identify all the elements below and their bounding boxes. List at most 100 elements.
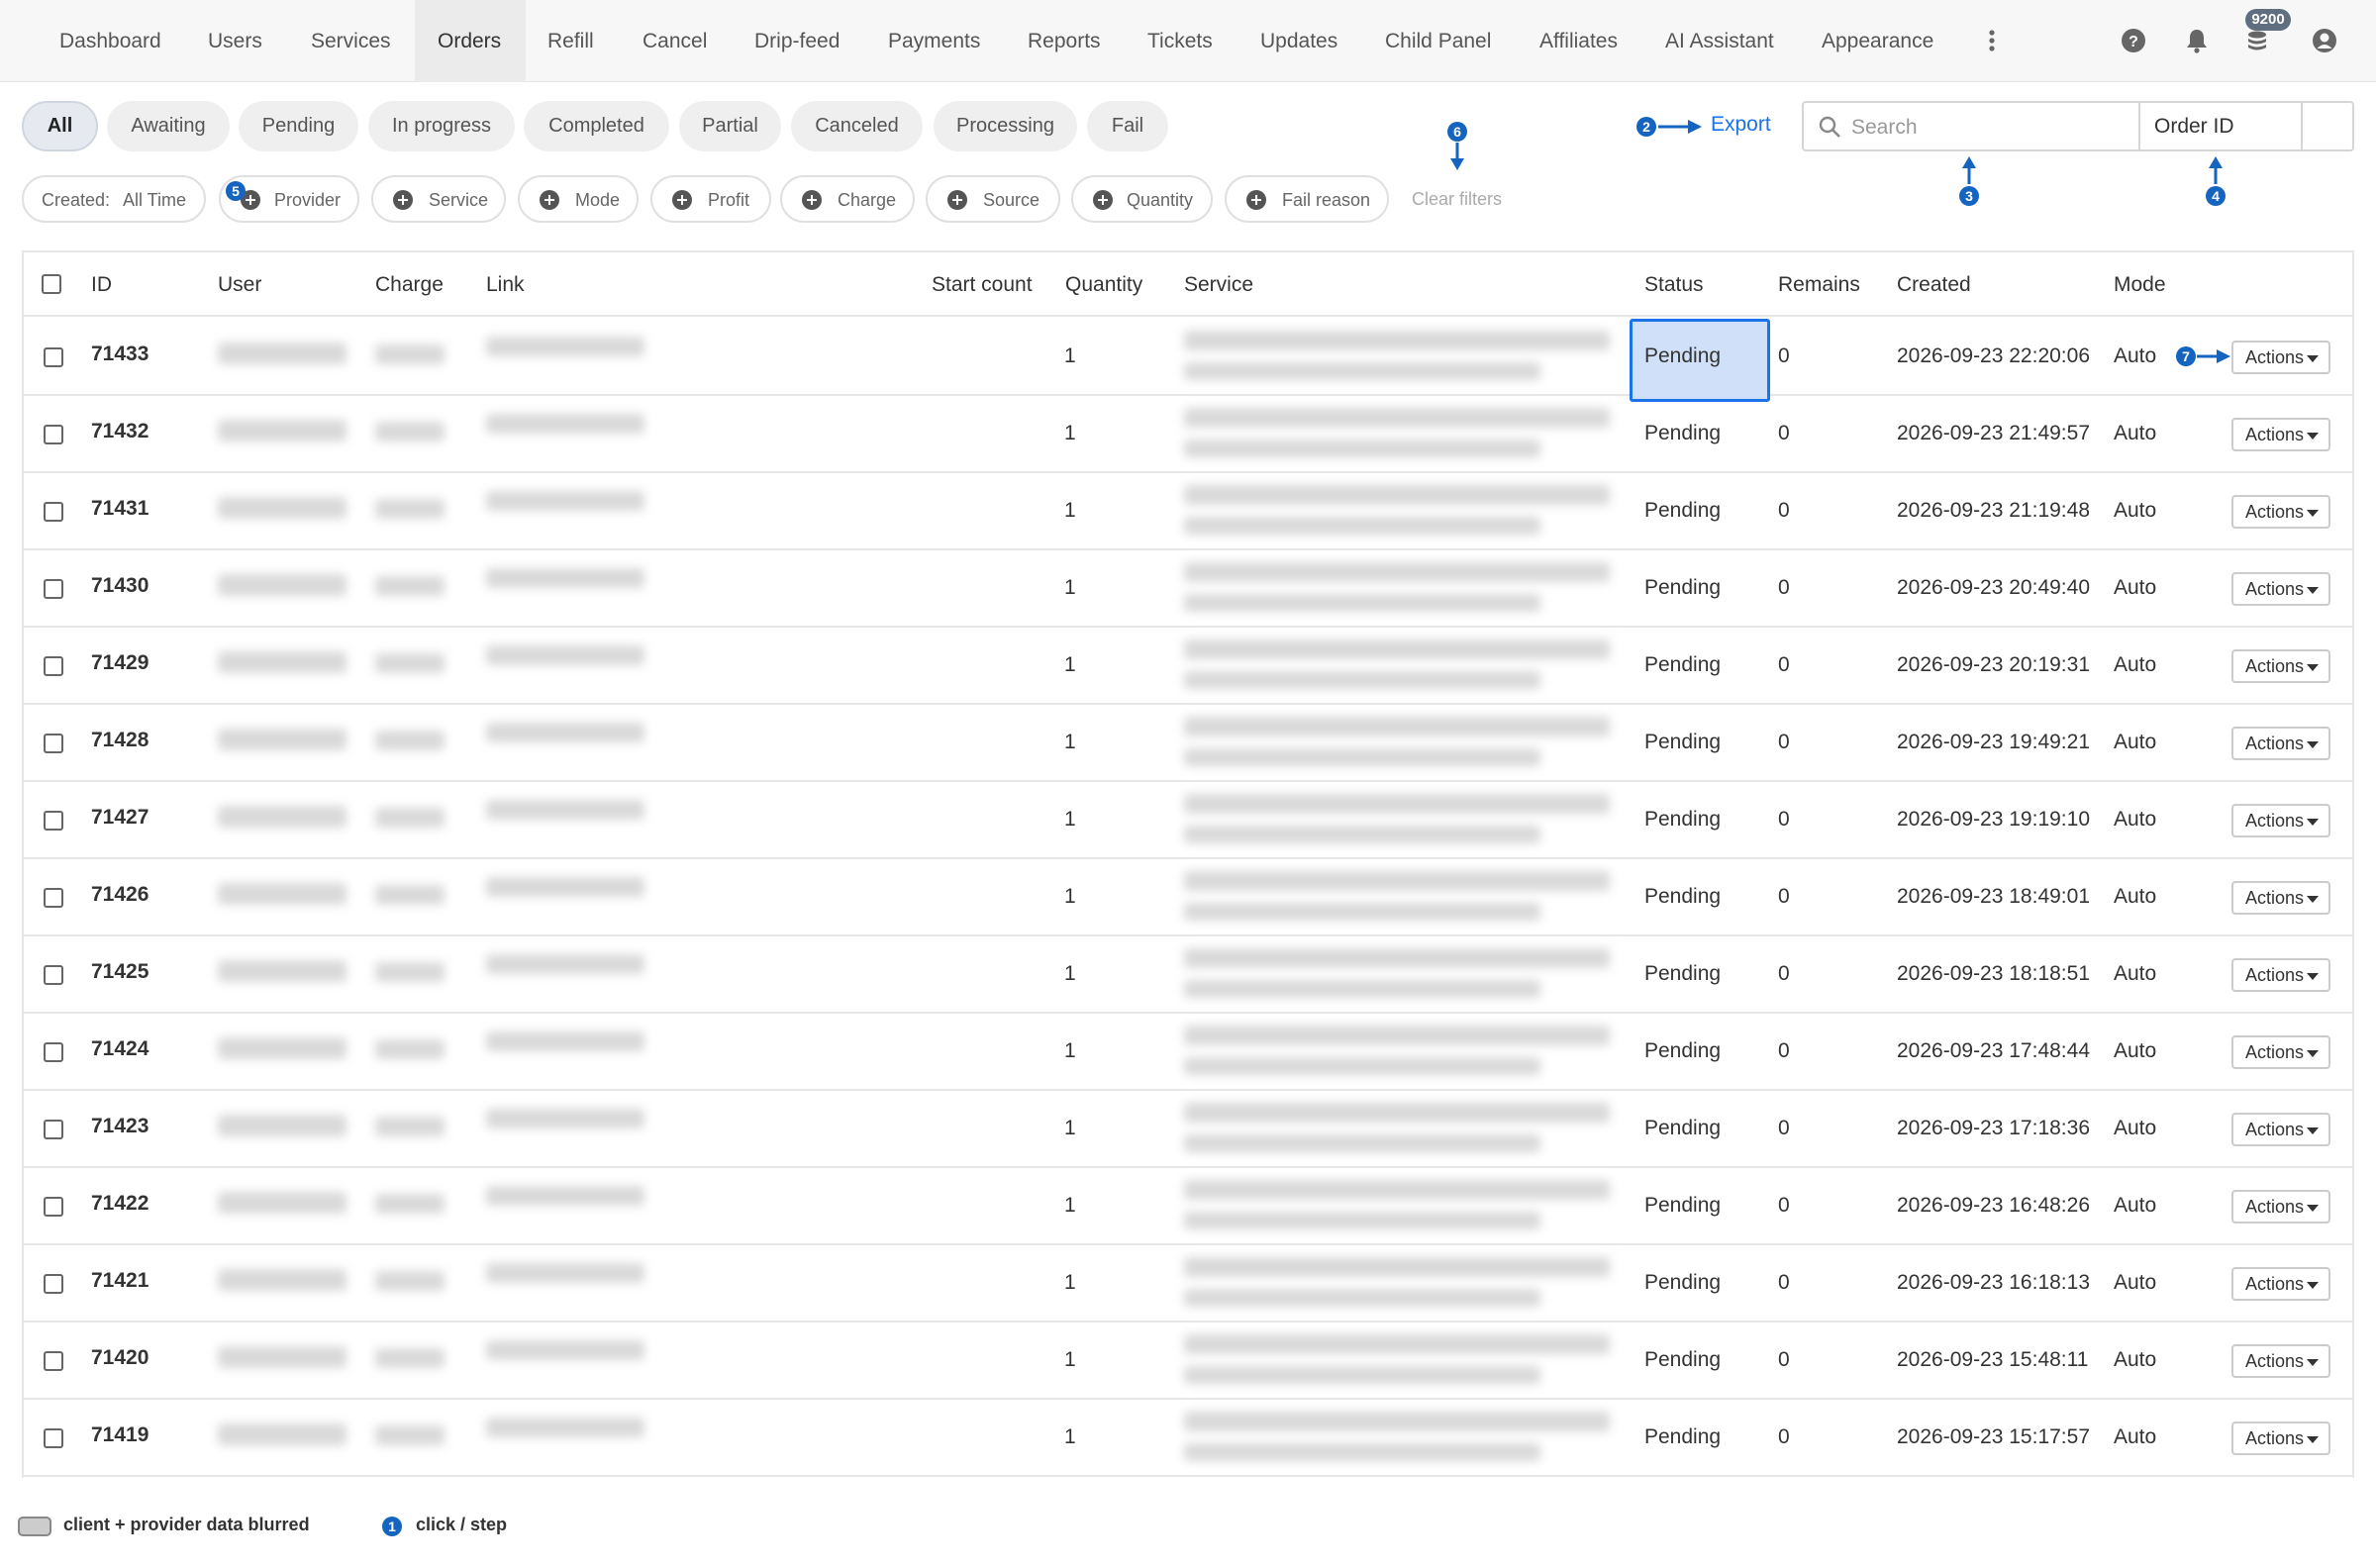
actions-dropdown-button[interactable]: Actions xyxy=(2231,804,2330,837)
nav-affiliates[interactable]: Affiliates xyxy=(1539,0,1618,82)
actions-dropdown-button[interactable]: Actions xyxy=(2231,881,2330,915)
filter-fail-reason[interactable]: Fail reason xyxy=(1225,175,1389,223)
column-start-count[interactable]: Start count xyxy=(932,252,1033,317)
actions-dropdown-button[interactable]: Actions xyxy=(2231,649,2330,683)
row-checkbox[interactable] xyxy=(44,656,63,676)
order-id[interactable]: 71433 xyxy=(91,343,148,366)
row-checkbox[interactable] xyxy=(44,1042,63,1062)
actions-dropdown-button[interactable]: Actions xyxy=(2231,1113,2330,1146)
tab-fail[interactable]: Fail xyxy=(1087,101,1168,151)
table-row[interactable]: 71419 1 Pending 0 2026-09-23 15:17:57 Auto Act… xyxy=(24,1400,2352,1477)
actions-dropdown-button[interactable]: Actions xyxy=(2231,495,2330,529)
row-checkbox[interactable] xyxy=(44,1197,63,1217)
order-id[interactable]: 71432 xyxy=(91,420,148,443)
column-created[interactable]: Created xyxy=(1897,252,1971,317)
clear-filters-link[interactable]: Clear filters xyxy=(1412,189,1502,210)
row-checkbox[interactable] xyxy=(44,811,63,831)
column-quantity[interactable]: Quantity xyxy=(1065,252,1142,317)
actions-dropdown-button[interactable]: Actions xyxy=(2231,1421,2330,1455)
actions-dropdown-button[interactable]: Actions xyxy=(2231,418,2330,451)
nav-tickets[interactable]: Tickets xyxy=(1147,0,1213,82)
column-id[interactable]: ID xyxy=(91,252,112,317)
filter-charge[interactable]: Charge xyxy=(780,175,915,223)
filter-service[interactable]: Service xyxy=(371,175,506,223)
search-type-select[interactable]: Order ID xyxy=(2154,115,2234,139)
table-row[interactable]: 71427 1 Pending 0 2026-09-23 19:19:10 Auto Act… xyxy=(24,782,2352,859)
order-id[interactable]: 71426 xyxy=(91,883,148,907)
order-id[interactable]: 71423 xyxy=(91,1115,148,1138)
tab-canceled[interactable]: Canceled xyxy=(791,101,923,151)
nav-cancel[interactable]: Cancel xyxy=(643,0,707,82)
export-link[interactable]: Export xyxy=(1711,113,1771,137)
table-row[interactable]: 71420 1 Pending 0 2026-09-23 15:48:11 Auto Act… xyxy=(24,1323,2352,1400)
search-submit-button[interactable] xyxy=(2303,103,2352,149)
table-row[interactable]: 71430 1 Pending 0 2026-09-23 20:49:40 Auto Act… xyxy=(24,550,2352,628)
table-row[interactable]: 71429 1 Pending 0 2026-09-23 20:19:31 Auto Act… xyxy=(24,628,2352,705)
table-row[interactable]: 71433 1 Pending 0 2026-09-23 22:20:06 Auto Act… xyxy=(24,319,2352,402)
nav-payments[interactable]: Payments xyxy=(888,0,980,82)
row-checkbox[interactable] xyxy=(44,579,63,599)
actions-dropdown-button[interactable]: Actions xyxy=(2231,341,2330,374)
column-link[interactable]: Link xyxy=(486,252,525,317)
row-checkbox[interactable] xyxy=(44,888,63,908)
nav-dashboard[interactable]: Dashboard xyxy=(59,0,161,82)
table-row[interactable]: 71424 1 Pending 0 2026-09-23 17:48:44 Auto Act… xyxy=(24,1014,2352,1091)
order-id[interactable]: 71430 xyxy=(91,574,148,598)
table-row[interactable]: 71428 1 Pending 0 2026-09-23 19:49:21 Auto Act… xyxy=(24,705,2352,782)
account-icon[interactable] xyxy=(2311,27,2338,54)
nav-orders[interactable]: Orders xyxy=(415,0,526,82)
table-row[interactable]: 71421 1 Pending 0 2026-09-23 16:18:13 Auto Act… xyxy=(24,1245,2352,1323)
row-checkbox[interactable] xyxy=(44,1428,63,1448)
tab-partial[interactable]: Partial xyxy=(679,101,781,151)
row-checkbox[interactable] xyxy=(44,734,63,753)
table-row[interactable]: 71425 1 Pending 0 2026-09-23 18:18:51 Auto Act… xyxy=(24,936,2352,1014)
nav-services[interactable]: Services xyxy=(311,0,391,82)
nav-ai-assistant[interactable]: AI Assistant xyxy=(1665,0,1774,82)
nav-drip-feed[interactable]: Drip-feed xyxy=(754,0,840,82)
balance-stack-icon[interactable] xyxy=(2243,27,2271,54)
row-checkbox[interactable] xyxy=(44,347,63,367)
actions-dropdown-button[interactable]: Actions xyxy=(2231,1190,2330,1224)
search-input[interactable] xyxy=(1851,115,2089,141)
order-id[interactable]: 71431 xyxy=(91,497,148,521)
nav-users[interactable]: Users xyxy=(208,0,262,82)
table-row[interactable]: 71423 1 Pending 0 2026-09-23 17:18:36 Auto Act… xyxy=(24,1091,2352,1168)
row-checkbox[interactable] xyxy=(44,965,63,985)
column-remains[interactable]: Remains xyxy=(1778,252,1860,317)
filter-profit[interactable]: Profit xyxy=(650,175,771,223)
table-row[interactable]: 71432 1 Pending 0 2026-09-23 21:49:57 Auto Act… xyxy=(24,396,2352,473)
order-id[interactable]: 71420 xyxy=(91,1346,148,1370)
help-icon[interactable]: ? xyxy=(2120,27,2147,54)
order-id[interactable]: 71428 xyxy=(91,729,148,752)
order-id[interactable]: 71425 xyxy=(91,960,148,984)
more-vertical-icon[interactable] xyxy=(1978,27,2006,54)
actions-dropdown-button[interactable]: Actions xyxy=(2231,572,2330,606)
actions-dropdown-button[interactable]: Actions xyxy=(2231,1344,2330,1378)
tab-processing[interactable]: Processing xyxy=(934,101,1077,151)
order-id[interactable]: 71424 xyxy=(91,1037,148,1061)
tab-in-progress[interactable]: In progress xyxy=(368,101,515,151)
nav-updates[interactable]: Updates xyxy=(1260,0,1337,82)
bell-icon[interactable] xyxy=(2183,27,2211,54)
row-checkbox[interactable] xyxy=(44,1120,63,1139)
order-id[interactable]: 71422 xyxy=(91,1192,148,1216)
filter-created[interactable]: Created: All Time xyxy=(22,175,206,223)
filter-source[interactable]: Source xyxy=(926,175,1060,223)
order-id[interactable]: 71427 xyxy=(91,806,148,830)
nav-reports[interactable]: Reports xyxy=(1028,0,1101,82)
table-row[interactable]: 71422 1 Pending 0 2026-09-23 16:48:26 Auto Act… xyxy=(24,1168,2352,1245)
column-charge[interactable]: Charge xyxy=(375,252,444,317)
tab-completed[interactable]: Completed xyxy=(524,101,669,151)
row-checkbox[interactable] xyxy=(44,1274,63,1294)
select-all-checkbox[interactable] xyxy=(42,274,61,294)
tab-all[interactable]: All xyxy=(22,101,98,151)
table-row[interactable]: 71426 1 Pending 0 2026-09-23 18:49:01 Auto Act… xyxy=(24,859,2352,936)
row-checkbox[interactable] xyxy=(44,1351,63,1371)
column-service[interactable]: Service xyxy=(1184,252,1253,317)
filter-mode[interactable]: Mode xyxy=(518,175,639,223)
order-id[interactable]: 71421 xyxy=(91,1269,148,1293)
actions-dropdown-button[interactable]: Actions xyxy=(2231,1267,2330,1301)
column-status[interactable]: Status xyxy=(1644,252,1704,317)
row-checkbox[interactable] xyxy=(44,502,63,522)
tab-awaiting[interactable]: Awaiting xyxy=(107,101,230,151)
